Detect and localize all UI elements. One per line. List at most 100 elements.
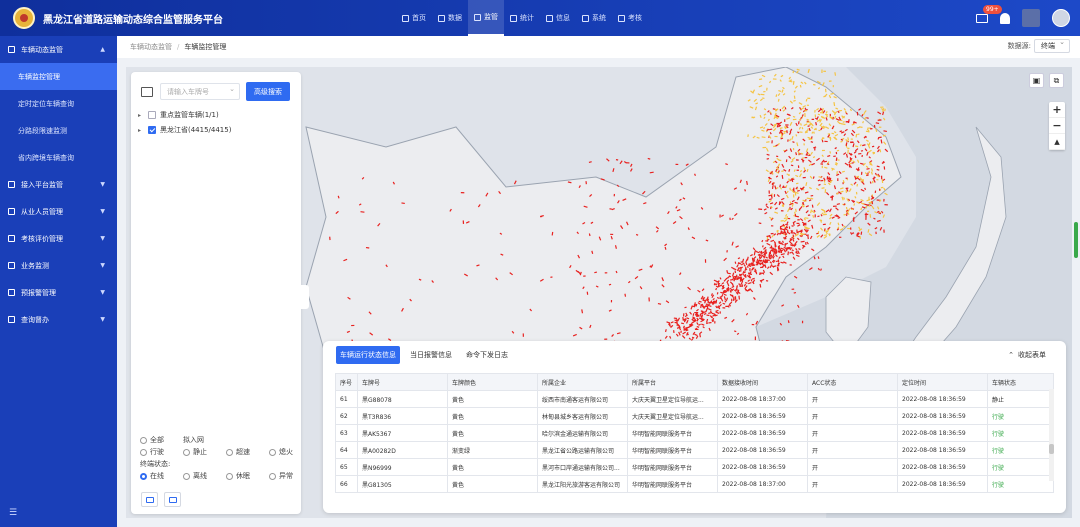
bell-icon[interactable] <box>1000 12 1010 24</box>
breadcrumb-parent[interactable]: 车辆动态监管 <box>130 42 172 52</box>
nav-assessment[interactable]: 考核 <box>612 0 648 36</box>
checkbox[interactable] <box>148 111 156 119</box>
sidebar-group-query[interactable]: 查询督办 ▼ <box>0 306 117 333</box>
filter-pending-network[interactable]: 拟入网 <box>183 435 204 445</box>
table-cell: 行驶 <box>987 441 1054 459</box>
layer-toggle-icon[interactable]: ▣ <box>1029 73 1044 88</box>
column-header[interactable]: 车牌号 <box>357 373 448 391</box>
caret-right-icon[interactable]: ▸ <box>138 127 144 134</box>
vehicle-marker <box>829 233 831 237</box>
nav-statistics[interactable]: 统计 <box>504 0 540 36</box>
tab-daily-alarms[interactable]: 当日报警信息 <box>406 346 456 364</box>
filter-offline[interactable]: 离线 <box>183 471 220 481</box>
filter-driving[interactable]: 行驶 <box>140 447 177 457</box>
panel-collapse-handle[interactable] <box>301 285 309 309</box>
map-toolbar: ▣ ⧉ <box>1029 73 1064 88</box>
compass-icon[interactable]: ▴ <box>1049 134 1065 150</box>
vehicle-table: 序号 车牌号 车牌颜色 所属企业 所属平台 数据接收时间 ACC状态 定位时间 车辆状态 61 黑… <box>335 373 1054 493</box>
filter-all[interactable]: 全部 <box>140 435 177 445</box>
video-icon[interactable] <box>164 492 181 507</box>
sidebar-group-alarm[interactable]: 预报警管理 ▼ <box>0 279 117 306</box>
sidebar-group-vehicle-monitoring[interactable]: 车辆动态监管 ▲ <box>0 36 117 63</box>
avatar[interactable] <box>1052 9 1070 27</box>
message-icon[interactable] <box>141 492 158 507</box>
sidebar-group-personnel[interactable]: 从业人员管理 ▼ <box>0 198 117 225</box>
vehicle-marker <box>774 135 778 138</box>
table-cell: 2022-08-08 18:37:00 <box>717 390 808 408</box>
fullscreen-icon[interactable]: ⧉ <box>1049 73 1064 88</box>
zoom-in-button[interactable]: + <box>1049 102 1065 118</box>
nav-info[interactable]: 信息 <box>540 0 576 36</box>
collapse-form-button[interactable]: ⌃ 收起表单 <box>1008 350 1046 360</box>
data-source-select[interactable]: 终端 <box>1034 38 1070 53</box>
vehicle-marker <box>801 320 804 324</box>
sidebar-item-speed-limit[interactable]: 分路段限速监测 <box>0 117 117 144</box>
nav-data[interactable]: 数据 <box>432 0 468 36</box>
id-card-icon[interactable] <box>141 87 153 97</box>
nav-system[interactable]: 系统 <box>576 0 612 36</box>
sidebar-group-platform[interactable]: 接入平台监管 ▼ <box>0 171 117 198</box>
filter-engine-off[interactable]: 熄火 <box>269 447 293 457</box>
column-header[interactable]: 车牌颜色 <box>447 373 538 391</box>
vehicle-status-panel: 车辆运行状态信息 当日报警信息 命令下发日志 ⌃ 收起表单 序号 车牌号 车牌颜色 所属… <box>323 341 1066 513</box>
vehicle-marker <box>872 180 874 184</box>
filter-sleep[interactable]: 休眠 <box>226 471 263 481</box>
people-icon <box>8 208 15 215</box>
side-scroll-grip[interactable] <box>1074 222 1078 258</box>
column-header[interactable]: 车辆状态 <box>987 373 1054 391</box>
vehicle-marker <box>824 140 828 143</box>
user-name-box[interactable] <box>1022 9 1040 27</box>
nav-supervision[interactable]: 监管 <box>468 0 504 36</box>
table-row[interactable]: 64 黑A00282D 渐变绿 黑龙江省公路运输有限公司 华明智能网联服务平台 2022-… <box>335 441 1054 459</box>
vehicle-marker <box>749 268 751 272</box>
vehicle-marker <box>785 124 789 126</box>
vehicle-marker <box>779 226 782 230</box>
sidebar-group-business[interactable]: 业务监测 ▼ <box>0 252 117 279</box>
vehicle-marker <box>876 199 880 201</box>
vehicle-marker <box>850 227 852 230</box>
menu-toggle-icon[interactable]: ☰ <box>9 508 17 518</box>
table-row[interactable]: 66 黑G81305 黄色 黑龙江阳光旅游客运有限公司 华明智能网联服务平台 2022-0… <box>335 475 1054 493</box>
table-cell: 华明智能网联服务平台 <box>627 424 718 442</box>
tab-command-log[interactable]: 命令下发日志 <box>462 346 512 364</box>
vehicle-marker <box>719 311 721 314</box>
shield-icon <box>8 46 15 53</box>
checkbox-checked[interactable] <box>148 126 156 134</box>
sidebar-item-timed-location[interactable]: 定时定位车辆查询 <box>0 90 117 117</box>
plate-search-input[interactable]: 请输入车牌号 <box>160 83 240 100</box>
vehicle-marker <box>804 112 806 117</box>
filter-abnormal[interactable]: 异常 <box>269 471 293 481</box>
filter-stopped[interactable]: 静止 <box>183 447 220 457</box>
table-row[interactable]: 63 黑AK5367 黄色 哈尔滨金通运输有限公司 华明智能网联服务平台 2022-08-… <box>335 424 1054 442</box>
column-header[interactable]: ACC状态 <box>807 373 898 391</box>
column-header[interactable]: 数据接收时间 <box>717 373 808 391</box>
column-header[interactable]: 序号 <box>335 373 358 391</box>
column-header[interactable]: 所属平台 <box>627 373 718 391</box>
tab-running-status[interactable]: 车辆运行状态信息 <box>336 346 400 364</box>
column-header[interactable]: 所属企业 <box>537 373 628 391</box>
column-header[interactable]: 定位时间 <box>897 373 988 391</box>
table-row[interactable]: 62 黑T3R836 黄色 林甸县城乡客运有限公司 大庆天翼卫星定位导航运... 2022… <box>335 407 1054 425</box>
vehicle-marker <box>867 210 870 212</box>
table-row[interactable]: 61 黑G88078 黄色 绥西市南通客运有限公司 大庆天翼卫星定位导航运... 2022… <box>335 390 1054 408</box>
sidebar-item-cross-border[interactable]: 省内跨境车辆查询 <box>0 144 117 171</box>
filter-speeding[interactable]: 超速 <box>226 447 263 457</box>
vehicle-marker <box>849 141 854 143</box>
vehicle-marker <box>789 264 792 266</box>
sidebar-item-vehicle-monitor[interactable]: 车辆监控管理 <box>0 63 117 90</box>
nav-home[interactable]: 首页 <box>396 0 432 36</box>
vehicle-marker <box>807 97 811 99</box>
message-icon[interactable]: 99+ <box>976 4 1002 23</box>
table-scrollbar[interactable] <box>1049 389 1054 481</box>
tree-node-province[interactable]: ▸ 黑龙江省(4415/4415) <box>138 125 231 135</box>
tree-node-key-vehicles[interactable]: ▸ 重点监管车辆(1/1) <box>138 110 219 120</box>
zoom-out-button[interactable]: − <box>1049 118 1065 134</box>
sidebar-group-evaluation[interactable]: 考核评价管理 ▼ <box>0 225 117 252</box>
filter-online[interactable]: 在线 <box>140 471 177 481</box>
alarm-icon <box>8 289 15 296</box>
header-actions: 99+ <box>976 0 1070 36</box>
vehicle-marker <box>829 136 832 141</box>
caret-right-icon[interactable]: ▸ <box>138 112 144 119</box>
table-row[interactable]: 65 黑N96999 黄色 黑河市口岸通运输有限公司... 华明智能网联服务平台 2022… <box>335 458 1054 476</box>
advanced-search-button[interactable]: 高级搜索 <box>246 82 290 101</box>
